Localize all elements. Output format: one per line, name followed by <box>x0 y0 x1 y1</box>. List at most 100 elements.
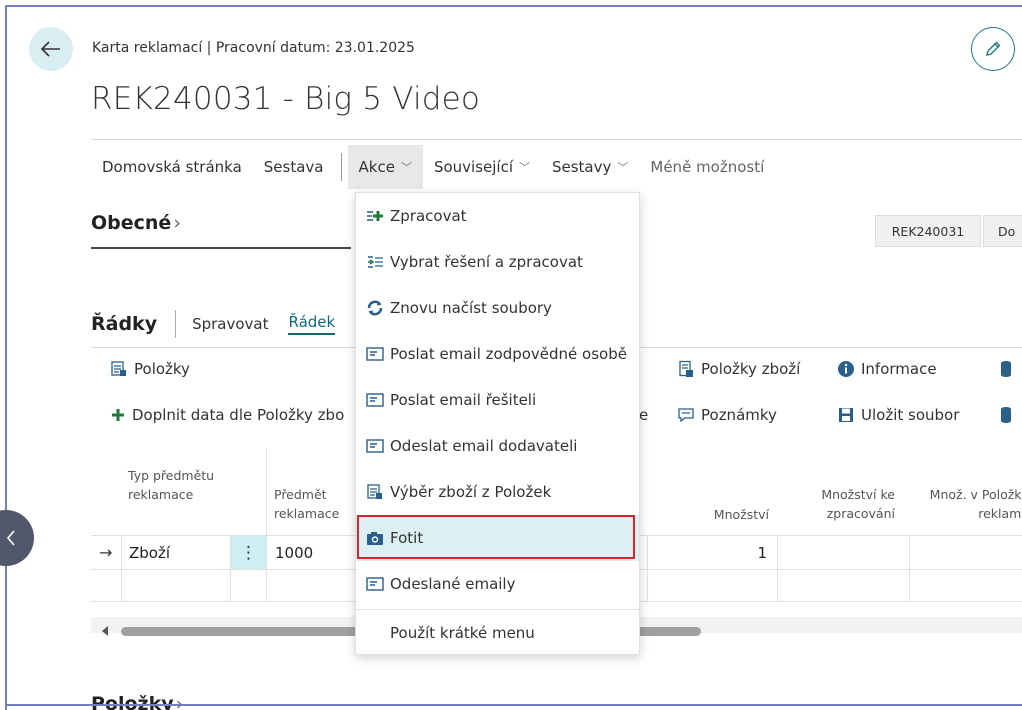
fill-data-button[interactable]: Doplnit data dle Položky zbo <box>110 406 344 424</box>
fewer-options-label: Méně možností <box>650 158 765 176</box>
tab-line[interactable]: Řádek <box>288 313 336 335</box>
database-button[interactable] <box>999 360 1019 378</box>
edit-button[interactable] <box>971 27 1015 71</box>
column-header-qty-process[interactable]: Množství ke zpracování <box>797 485 895 573</box>
email-card-icon <box>366 345 384 363</box>
tab-home-label: Domovská stránka <box>102 158 242 176</box>
menu-item-spacer <box>366 624 384 642</box>
tab-reports-label: Sestavy <box>551 158 612 176</box>
general-summary-tag: REK240031 <box>875 215 981 247</box>
menu-item-short-menu[interactable]: Použít krátké menu <box>356 610 639 656</box>
divider <box>121 535 122 601</box>
select-list-icon <box>366 253 384 271</box>
save-icon <box>837 406 855 424</box>
divider <box>647 535 648 601</box>
divider <box>175 310 177 338</box>
lines-title: Řádky <box>91 313 158 335</box>
refresh-icon <box>366 299 384 317</box>
menu-item-label: Poslat email zodpovědné osobě <box>390 345 627 363</box>
menu-item-process[interactable]: Zpracovat <box>356 193 639 239</box>
notes-label: Poznámky <box>701 406 777 424</box>
back-button[interactable] <box>29 27 73 71</box>
cell-quantity[interactable]: 1 <box>667 536 767 569</box>
row-menu-button[interactable]: ⋮ <box>231 536 266 569</box>
divider <box>266 448 267 601</box>
items-label: Položky <box>134 360 190 378</box>
chevron-right-icon: › <box>173 212 181 234</box>
fewer-options-button[interactable]: Méně možností <box>639 145 775 189</box>
section-items-header[interactable]: Položky › <box>91 693 183 710</box>
database-button-2[interactable] <box>999 406 1019 424</box>
email-card-icon <box>366 575 384 593</box>
hidden-tool-label: e <box>639 406 649 424</box>
menu-item-reload-files[interactable]: Znovu načíst soubory <box>356 285 639 331</box>
chevron-down-icon: ﹀ <box>400 161 412 174</box>
email-card-icon <box>366 437 384 455</box>
info-button[interactable]: Informace <box>837 360 937 378</box>
save-file-button[interactable]: Uložit soubor <box>837 406 959 424</box>
tab-manage[interactable]: Spravovat <box>192 315 268 333</box>
info-label: Informace <box>861 360 937 378</box>
chevron-down-icon: ﹀ <box>518 161 530 174</box>
menu-item-label: Poslat email řešiteli <box>390 391 537 409</box>
menu-item-select-solution[interactable]: Vybrat řešení a zpracovat <box>356 239 639 285</box>
tab-report[interactable]: Sestava <box>253 145 335 189</box>
divider <box>909 535 910 601</box>
menu-item-label: Použít krátké menu <box>390 624 535 642</box>
database-icon <box>999 360 1013 378</box>
arrow-left-icon <box>41 41 60 57</box>
tab-actions-label: Akce <box>358 158 395 176</box>
items-button[interactable]: Položky <box>110 360 190 378</box>
actions-dropdown-menu: Zpracovat Vybrat řešení a zpracovat Znov… <box>355 192 640 655</box>
chevron-right-icon: › <box>175 693 184 710</box>
save-file-label: Uložit soubor <box>861 406 960 424</box>
menu-item-select-items[interactable]: Výběr zboží z Položek <box>356 469 639 515</box>
menu-item-email-solver[interactable]: Poslat email řešiteli <box>356 377 639 423</box>
email-card-icon <box>366 391 384 409</box>
menu-item-email-supplier[interactable]: Odeslat email dodavateli <box>356 423 639 469</box>
menu-item-label: Vybrat řešení a zpracovat <box>390 253 583 271</box>
section-general-title: Obecné <box>91 212 172 234</box>
tab-related-label: Související <box>433 158 513 176</box>
tab-actions[interactable]: Akce ﹀ <box>347 145 423 189</box>
tab-report-label: Sestava <box>263 158 324 176</box>
tab-reports[interactable]: Sestavy ﹀ <box>541 145 639 189</box>
scroll-left-icon[interactable] <box>102 626 108 636</box>
column-header-qty-items[interactable]: Množ. v Položká reklama <box>913 485 1022 573</box>
item-lines-label: Položky zboží <box>701 360 801 378</box>
tab-related[interactable]: Související ﹀ <box>423 145 541 189</box>
menu-item-label: Zpracovat <box>390 207 467 225</box>
section-items-title: Položky <box>91 693 174 710</box>
menu-item-label: Odeslané emaily <box>390 575 516 593</box>
hidden-tool-button[interactable]: e <box>639 406 648 424</box>
document-list-icon <box>110 360 128 378</box>
cell-subject[interactable]: 1000 <box>275 536 313 569</box>
menu-item-label: Znovu načíst soubory <box>390 299 552 317</box>
frame-border <box>5 704 1022 706</box>
menu-item-email-responsible[interactable]: Poslat email zodpovědné osobě <box>356 331 639 377</box>
info-icon <box>837 360 855 378</box>
general-summary-tag-2: Do <box>983 215 1022 247</box>
cell-type[interactable]: Zboží <box>129 536 170 569</box>
item-lines-button[interactable]: Položky zboží <box>677 360 800 378</box>
action-bar: Domovská stránka Sestava Akce ﹀ Souvisejí… <box>91 145 775 189</box>
menu-item-label: Výběr zboží z Položek <box>390 483 552 501</box>
menu-item-sent-emails[interactable]: Odeslané emaily <box>356 561 639 607</box>
database-icon <box>999 406 1013 424</box>
chevron-down-icon: ﹀ <box>617 161 629 174</box>
notes-button[interactable]: Poznámky <box>677 406 777 424</box>
current-row-arrow-icon: → <box>99 543 113 562</box>
section-general-header[interactable]: Obecné › <box>91 212 181 234</box>
tab-home[interactable]: Domovská stránka <box>91 145 253 189</box>
plus-list-icon <box>366 207 384 225</box>
menu-item-label: Odeslat email dodavateli <box>390 437 578 455</box>
pencil-icon <box>986 41 1001 56</box>
lines-header: Řádky Spravovat Řádek <box>91 309 355 339</box>
document-list-icon <box>366 483 384 501</box>
divider <box>91 247 351 249</box>
app-frame: Karta reklamací | Pracovní datum: 23.01.… <box>5 5 1022 710</box>
highlight-annotation-box <box>357 515 635 559</box>
chevron-left-icon <box>6 530 15 546</box>
breadcrumb: Karta reklamací | Pracovní datum: 23.01.… <box>92 40 415 56</box>
divider <box>91 139 1022 140</box>
